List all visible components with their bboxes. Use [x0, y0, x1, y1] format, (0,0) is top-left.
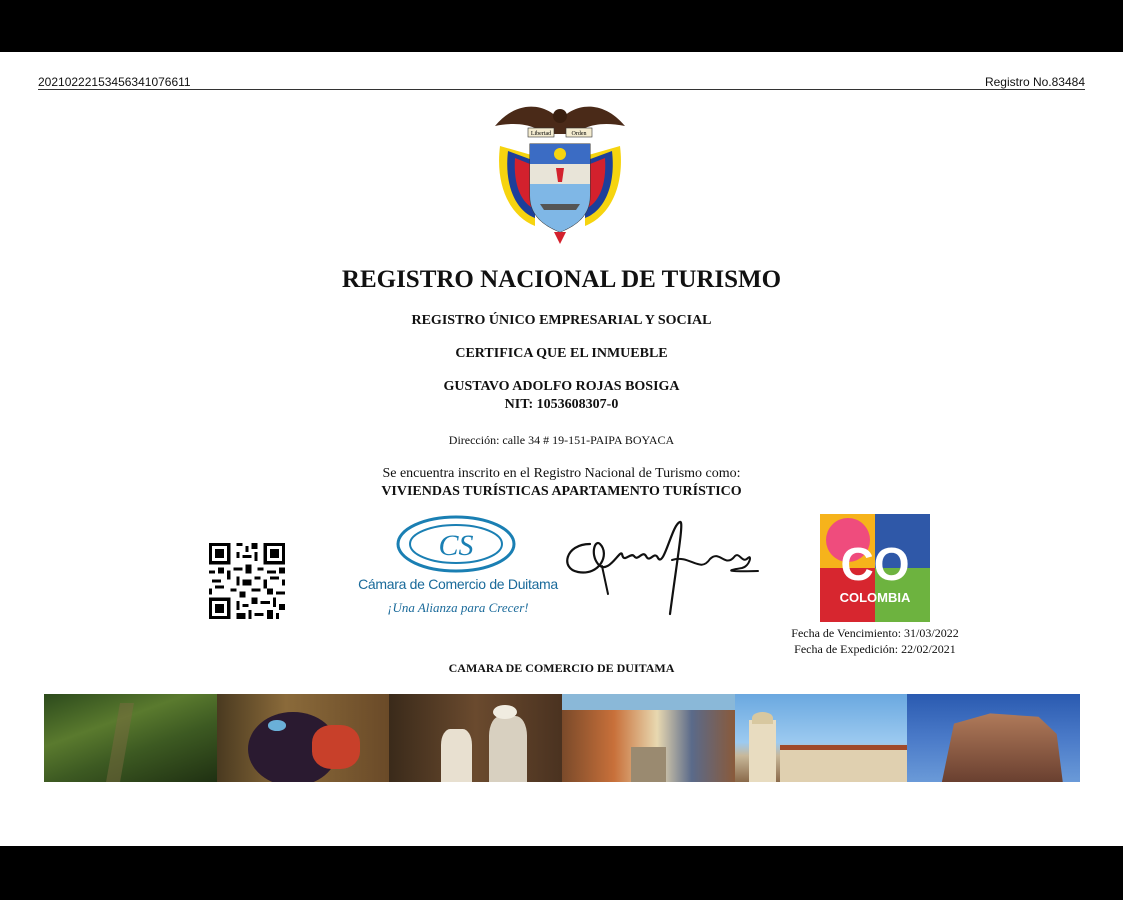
camara-slogan: ¡Una Alianza para Crecer! [387, 600, 529, 615]
tourism-photo-strip [44, 694, 1081, 782]
qr-code-icon [209, 543, 285, 619]
svg-text:Orden: Orden [572, 131, 587, 137]
condor-photo [216, 694, 390, 782]
signature-icon [566, 520, 759, 616]
certificate-subtitle: REGISTRO ÚNICO EMPRESARIAL Y SOCIAL [411, 313, 712, 328]
colonial-street-photo [562, 694, 735, 782]
dates-block: Fecha de Vencimiento: 31/03/2022 Fecha d… [760, 625, 990, 657]
colombia-label: COLOMBIA [839, 590, 911, 605]
tourism-category: VIVIENDAS TURÍSTICAS APARTAMENTO TURÍSTI… [381, 484, 742, 499]
church-plaza-photo [734, 694, 908, 782]
svg-text:CS: CS [438, 529, 473, 562]
svg-text:CO: CO [841, 538, 910, 590]
camara-name: Cámara de Comercio de Duitama [358, 576, 558, 592]
musicians-photo [389, 694, 563, 782]
owner-name: GUSTAVO ADOLFO ROJAS BOSIGA [443, 379, 680, 394]
svg-text:Libertad: Libertad [531, 131, 551, 137]
colombia-co-icon: CO [820, 514, 930, 622]
address: Dirección: calle 34 # 19-151-PAIPA BOYAC… [448, 433, 675, 447]
inscrito-text: Se encuentra inscrito en el Registro Nac… [382, 466, 741, 481]
certifica-heading: CERTIFICA QUE EL INMUEBLE [455, 346, 668, 361]
camara-comercio-logo: CS Cámara de Comercio de Duitama ¡Una Al… [358, 514, 558, 624]
fecha-vencimiento: Fecha de Vencimiento: 31/03/2022 [791, 626, 959, 640]
forest-path-photo [44, 694, 217, 782]
document-id: 20210222153456341076611 [38, 75, 191, 89]
colombia-brand-logo: CO COLOMBIA [820, 514, 930, 622]
rock-monolith-photo [907, 694, 1081, 782]
issuer-name: CAMARA DE COMERCIO DE DUITAMA [448, 661, 675, 675]
nit-number: NIT: 1053608307-0 [504, 397, 619, 412]
camara-emblem-icon: CS [396, 515, 516, 573]
registro-number: Registro No.83484 [984, 75, 1085, 89]
certificate-title: REGISTRO NACIONAL DE TURISMO [341, 266, 782, 293]
coat-of-arms-icon: Libertad Orden [495, 106, 625, 244]
header-divider [38, 89, 1085, 90]
fecha-expedicion: Fecha de Expedición: 22/02/2021 [794, 642, 956, 656]
certificate-page: 20210222153456341076611 Registro No.8348… [0, 52, 1123, 846]
